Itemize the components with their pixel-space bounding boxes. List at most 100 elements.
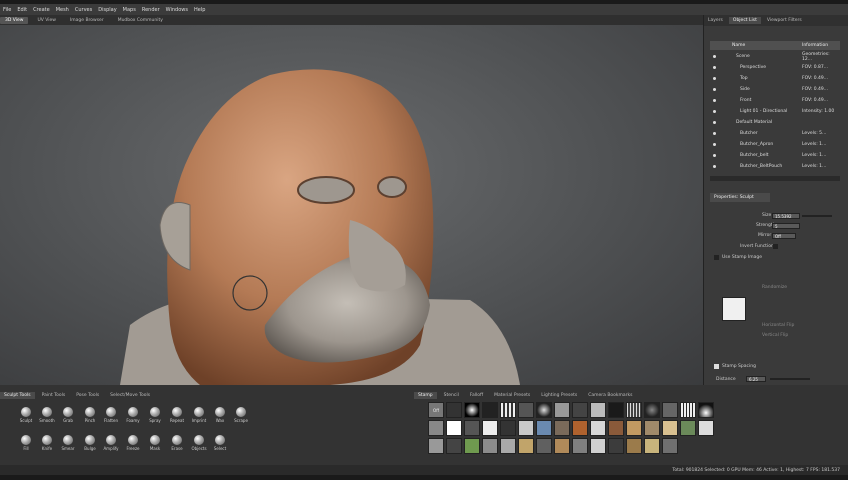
- tool-scrape[interactable]: Scrape: [231, 407, 251, 423]
- tab-stencil[interactable]: Stencil: [440, 392, 463, 399]
- tab-viewport-filters[interactable]: Viewport Filters: [763, 17, 806, 24]
- tool-smear[interactable]: Smear: [58, 435, 78, 451]
- visibility-icon[interactable]: [713, 88, 716, 91]
- object-row-top[interactable]: Top FOV: 0.49...: [710, 73, 840, 84]
- stamp-thumb[interactable]: [590, 420, 606, 436]
- tool-knife[interactable]: Knife: [37, 435, 57, 451]
- visibility-icon[interactable]: [713, 143, 716, 146]
- stamp-thumb[interactable]: [644, 420, 660, 436]
- size-slider[interactable]: [802, 215, 832, 217]
- stamp-thumb[interactable]: [500, 402, 516, 418]
- stamp-thumb[interactable]: [428, 420, 444, 436]
- menu-create[interactable]: Create: [33, 7, 50, 13]
- stamp-thumb[interactable]: [464, 402, 480, 418]
- stamp-thumb[interactable]: [554, 402, 570, 418]
- object-row-butcher-beltpouch[interactable]: Butcher_BeltPouch Levels: 1...: [710, 161, 840, 172]
- column-name[interactable]: Name: [732, 43, 745, 48]
- tool-mask[interactable]: Mask: [145, 435, 165, 451]
- tool-flatten[interactable]: Flatten: [101, 407, 121, 423]
- stamp-thumb[interactable]: [482, 420, 498, 436]
- tab-uv-view[interactable]: UV View: [32, 17, 60, 24]
- tab-mudbox-community[interactable]: Mudbox Community: [113, 17, 168, 24]
- tab-select-move-tools[interactable]: Select/Move Tools: [106, 392, 154, 399]
- stamp-thumb[interactable]: [464, 420, 480, 436]
- menu-windows[interactable]: Windows: [166, 7, 188, 13]
- stamp-thumb[interactable]: [662, 438, 678, 454]
- tool-repeat[interactable]: Repeat: [167, 407, 187, 423]
- tab-lighting-presets[interactable]: Lighting Presets: [537, 392, 581, 399]
- tool-foamy[interactable]: Foamy: [123, 407, 143, 423]
- tool-sculpt[interactable]: Sculpt: [16, 407, 36, 423]
- tool-grab[interactable]: Grab: [58, 407, 78, 423]
- column-information[interactable]: Information: [802, 43, 828, 48]
- tab-layers[interactable]: Layers: [704, 17, 727, 24]
- stamp-thumb[interactable]: [446, 402, 462, 418]
- stamp-thumb[interactable]: [662, 420, 678, 436]
- stamp-thumb[interactable]: [680, 402, 696, 418]
- stamp-thumb[interactable]: [500, 438, 516, 454]
- tab-3d-view[interactable]: 3D View: [0, 16, 29, 24]
- tool-freeze[interactable]: Freeze: [123, 435, 143, 451]
- object-row-light[interactable]: Light 01 - Directional Intensity: 1.00: [710, 106, 840, 117]
- object-row-butcher[interactable]: Butcher Levels: 5...: [710, 128, 840, 139]
- stamp-thumb[interactable]: [698, 420, 714, 436]
- object-row-side[interactable]: Side FOV: 0.49...: [710, 84, 840, 95]
- stamp-spacing-checkbox[interactable]: [714, 364, 719, 369]
- tool-erase[interactable]: Erase: [167, 435, 187, 451]
- stamp-thumb[interactable]: [680, 420, 696, 436]
- stamp-thumb[interactable]: [644, 438, 660, 454]
- tool-bulge[interactable]: Bulge: [80, 435, 100, 451]
- stamp-thumb[interactable]: [572, 420, 588, 436]
- tab-pose-tools[interactable]: Pose Tools: [72, 392, 103, 399]
- stamp-thumb[interactable]: [482, 402, 498, 418]
- tool-fill[interactable]: Fill: [16, 435, 36, 451]
- stamp-thumb[interactable]: [608, 420, 624, 436]
- stamp-thumb[interactable]: [518, 402, 534, 418]
- use-stamp-image-checkbox[interactable]: [714, 255, 719, 260]
- stamp-thumb[interactable]: [590, 402, 606, 418]
- object-list-scrollbar[interactable]: [710, 176, 840, 181]
- visibility-icon[interactable]: [713, 165, 716, 168]
- menu-help[interactable]: Help: [194, 7, 205, 13]
- menu-curves[interactable]: Curves: [75, 7, 92, 13]
- stamp-thumb[interactable]: [608, 438, 624, 454]
- menu-mesh[interactable]: Mesh: [56, 7, 69, 13]
- stamp-thumb[interactable]: [644, 402, 660, 418]
- stamp-off[interactable]: Off: [428, 402, 444, 418]
- object-row-perspective[interactable]: Perspective FOV: 0.87...: [710, 62, 840, 73]
- stamp-thumb[interactable]: [626, 420, 642, 436]
- visibility-icon[interactable]: [713, 77, 716, 80]
- stamp-thumb[interactable]: [518, 420, 534, 436]
- stamp-thumb[interactable]: [698, 402, 714, 418]
- tab-image-browser[interactable]: Image Browser: [65, 17, 109, 24]
- visibility-icon[interactable]: [713, 55, 716, 58]
- visibility-icon[interactable]: [713, 121, 716, 124]
- tab-camera-bookmarks[interactable]: Camera Bookmarks: [584, 392, 636, 399]
- stamp-thumb[interactable]: [536, 420, 552, 436]
- tool-pinch[interactable]: Pinch: [80, 407, 100, 423]
- stamp-thumb[interactable]: [446, 438, 462, 454]
- stamp-thumb[interactable]: [608, 402, 624, 418]
- size-field[interactable]: 15.5392: [772, 213, 800, 219]
- object-row-front[interactable]: Front FOV: 0.49...: [710, 95, 840, 106]
- tool-select[interactable]: Select: [210, 435, 230, 451]
- distance-slider[interactable]: [770, 378, 810, 380]
- stamp-thumb[interactable]: [464, 438, 480, 454]
- visibility-icon[interactable]: [713, 154, 716, 157]
- tab-material-presets[interactable]: Material Presets: [490, 392, 534, 399]
- tab-paint-tools[interactable]: Paint Tools: [38, 392, 70, 399]
- stamp-thumb[interactable]: [554, 420, 570, 436]
- stamp-thumb[interactable]: [572, 402, 588, 418]
- mirror-select[interactable]: Off: [772, 233, 796, 239]
- visibility-icon[interactable]: [713, 132, 716, 135]
- stamp-thumb[interactable]: [446, 420, 462, 436]
- tool-spray[interactable]: Spray: [145, 407, 165, 423]
- strength-field[interactable]: 5: [772, 223, 800, 229]
- stamp-thumb[interactable]: [554, 438, 570, 454]
- distance-field[interactable]: 6.25: [746, 376, 766, 382]
- tool-amplify[interactable]: Amplify: [101, 435, 121, 451]
- menu-file[interactable]: File: [3, 7, 11, 13]
- menu-display[interactable]: Display: [98, 7, 116, 13]
- tool-imprint[interactable]: Imprint: [189, 407, 209, 423]
- stamp-thumb[interactable]: [500, 420, 516, 436]
